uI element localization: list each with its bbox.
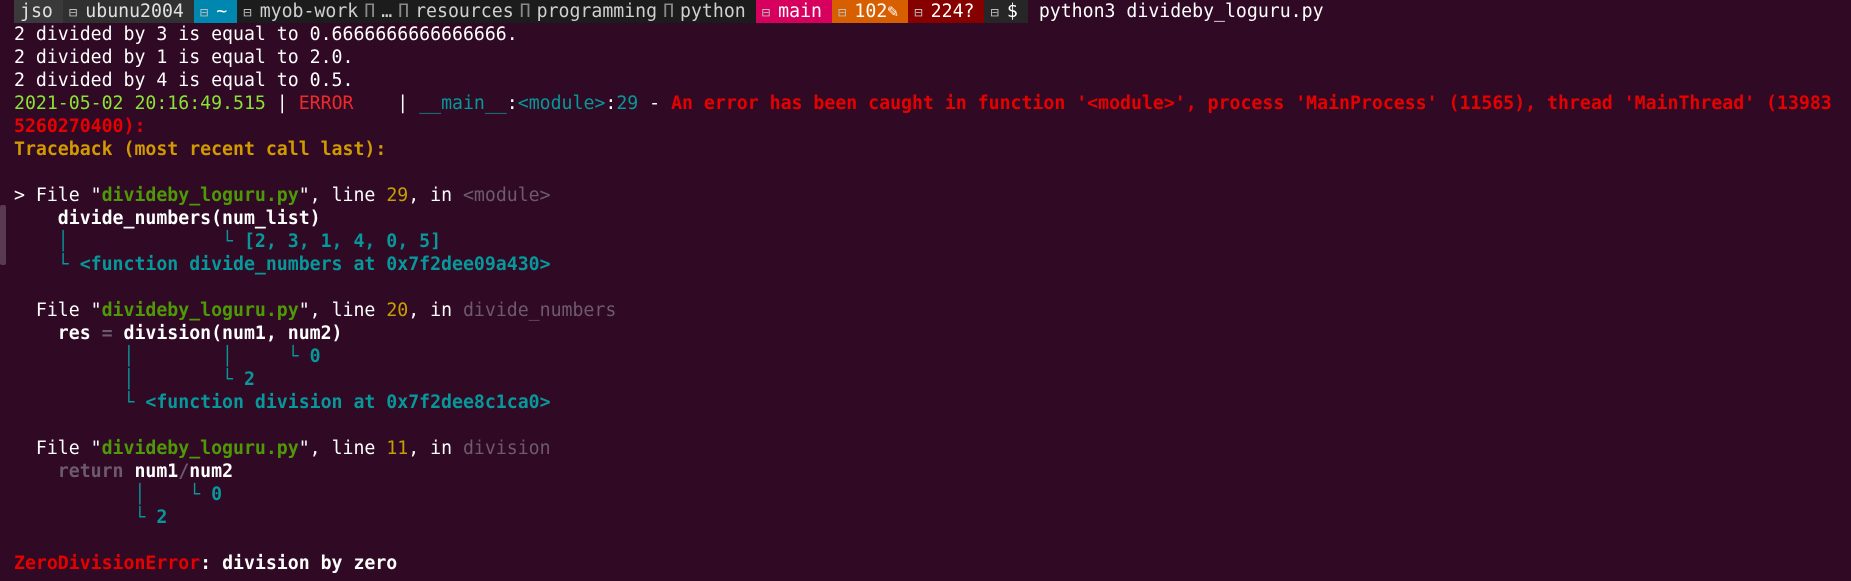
traceback-header: Traceback (most recent call last): bbox=[14, 139, 387, 160]
prompt-git-modified: ⊟ 102✎ bbox=[831, 0, 909, 23]
log-message-cont: 5260270400): bbox=[14, 116, 146, 137]
log-level: ERROR bbox=[298, 93, 387, 114]
frame-var: └ <function division at 0x7f2dee8c1ca0> bbox=[14, 392, 551, 413]
prompt-git-untracked: ⊟ 224? bbox=[908, 0, 985, 23]
frame-file: divideby_loguru.py bbox=[101, 300, 299, 321]
frame-header: > File "divideby_loguru.py", line 29, in… bbox=[14, 185, 551, 206]
prompt-host: ⊟ ubunu2004 bbox=[62, 0, 194, 23]
prompt-home: ⊟ ~ bbox=[193, 0, 238, 23]
prompt-user: jso bbox=[14, 0, 63, 23]
grid-icon: ⊟ bbox=[914, 5, 923, 21]
output-line: 2 divided by 3 is equal to 0.66666666666… bbox=[14, 24, 518, 45]
grid-icon: ⊟ bbox=[990, 5, 999, 21]
frame-code: res = division(num1, num2) bbox=[14, 323, 343, 344]
frame-var: └ 2 bbox=[14, 507, 168, 528]
log-message: An error has been caught in function '<m… bbox=[671, 93, 1832, 114]
frame-var: │ └ [2, 3, 1, 4, 0, 5] bbox=[14, 231, 442, 252]
error-line: ZeroDivisionError: division by zero bbox=[14, 553, 398, 574]
grid-icon: ⊟ bbox=[837, 5, 847, 21]
pi-separator: Π bbox=[663, 1, 675, 22]
frame-var: └ <function divide_numbers at 0x7f2dee09… bbox=[14, 254, 551, 275]
error-message: division by zero bbox=[222, 553, 398, 574]
error-name: ZeroDivisionError bbox=[14, 553, 201, 574]
terminal-output: jso ⊟ ubunu2004 ⊟ ~ ⊟ myob-work Π… Πresources Πpr… bbox=[14, 0, 1851, 581]
frame-var: │ └ 2 bbox=[14, 369, 255, 390]
grid-icon: ⊟ bbox=[68, 5, 78, 21]
frame-line: 20 bbox=[386, 300, 409, 321]
pi-separator: Π bbox=[364, 1, 376, 22]
prompt-git-branch: ⊟ main bbox=[755, 0, 832, 23]
prompt-symbol: ⊟ $ bbox=[984, 0, 1028, 23]
log-lineno: 29 bbox=[616, 93, 639, 114]
output-line: 2 divided by 1 is equal to 2.0. bbox=[14, 47, 354, 68]
frame-var: │ │ └ 0 bbox=[14, 346, 321, 367]
frame-header: File "divideby_loguru.py", line 11, in d… bbox=[14, 438, 551, 459]
grid-icon: ⊟ bbox=[243, 5, 252, 21]
pi-separator: Π bbox=[519, 1, 531, 22]
frame-code: return num1/num2 bbox=[14, 461, 234, 482]
frame-line: 11 bbox=[386, 438, 409, 459]
frame-func: divide_numbers bbox=[462, 300, 617, 321]
prompt-command: python3 divideby_loguru.py bbox=[1038, 1, 1324, 22]
git-branch-icon: ⊟ bbox=[761, 5, 771, 21]
log-module: __main__ bbox=[419, 93, 507, 114]
pi-separator: Π bbox=[398, 1, 410, 22]
log-function: <module> bbox=[517, 93, 606, 114]
terminal-scrollbar[interactable] bbox=[0, 205, 6, 265]
prompt-path: ⊟ myob-work Π… Πresources Πprogramming Πpytho… bbox=[237, 0, 756, 23]
log-timestamp: 2021-05-02 20:16:49.515 bbox=[14, 93, 266, 114]
frame-var: │ └ 0 bbox=[14, 484, 223, 505]
output-line: 2 divided by 4 is equal to 0.5. bbox=[14, 70, 354, 91]
frame-header: File "divideby_loguru.py", line 20, in d… bbox=[14, 300, 617, 321]
frame-func: division bbox=[462, 438, 551, 459]
frame-line: 29 bbox=[386, 185, 409, 206]
frame-code: divide_numbers(num_list) bbox=[14, 208, 321, 229]
frame-file: divideby_loguru.py bbox=[101, 185, 299, 206]
grid-icon: ⊟ bbox=[199, 5, 209, 21]
log-line: 2021-05-02 20:16:49.515 | ERROR | __main… bbox=[14, 93, 1832, 114]
frame-func: <module> bbox=[462, 185, 551, 206]
prompt-line: jso ⊟ ubunu2004 ⊟ ~ ⊟ myob-work Π… Πresources Πpr… bbox=[14, 0, 1851, 23]
frame-file: divideby_loguru.py bbox=[101, 438, 299, 459]
